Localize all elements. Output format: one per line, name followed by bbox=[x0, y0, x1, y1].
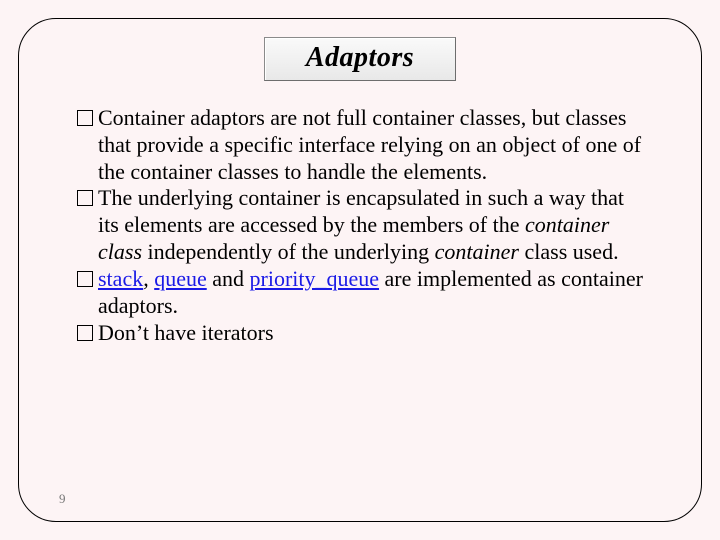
bullet-text: Don’t have iterators bbox=[98, 320, 643, 347]
link-priority-queue[interactable]: priority_queue bbox=[250, 266, 380, 291]
emphasis-text: container bbox=[435, 239, 519, 264]
text-fragment: and bbox=[207, 266, 250, 291]
link-stack[interactable]: stack bbox=[98, 266, 143, 291]
bullet-item: stack, queue and priority_queue are impl… bbox=[77, 266, 643, 320]
bullet-marker-icon bbox=[77, 190, 93, 206]
title-box: Adaptors bbox=[264, 37, 456, 81]
slide-title: Adaptors bbox=[306, 42, 414, 73]
text-fragment: class used. bbox=[519, 239, 619, 264]
page-number: 9 bbox=[59, 491, 66, 507]
text-fragment: independently of the underlying bbox=[142, 239, 435, 264]
bullet-text: The underlying container is encapsulated… bbox=[98, 185, 643, 265]
bullet-marker-icon bbox=[77, 325, 93, 341]
text-fragment: , bbox=[143, 266, 154, 291]
bullet-text: stack, queue and priority_queue are impl… bbox=[98, 266, 643, 320]
bullet-text: Container adaptors are not full containe… bbox=[98, 105, 643, 185]
slide-background: Adaptors Container adaptors are not full… bbox=[0, 0, 720, 540]
bullet-item: Don’t have iterators bbox=[77, 320, 643, 347]
link-queue[interactable]: queue bbox=[154, 266, 207, 291]
content-area: Container adaptors are not full containe… bbox=[77, 105, 643, 346]
bullet-marker-icon bbox=[77, 271, 93, 287]
bullet-marker-icon bbox=[77, 110, 93, 126]
bullet-item: Container adaptors are not full containe… bbox=[77, 105, 643, 185]
slide-frame: Adaptors Container adaptors are not full… bbox=[18, 18, 702, 522]
bullet-item: The underlying container is encapsulated… bbox=[77, 185, 643, 265]
